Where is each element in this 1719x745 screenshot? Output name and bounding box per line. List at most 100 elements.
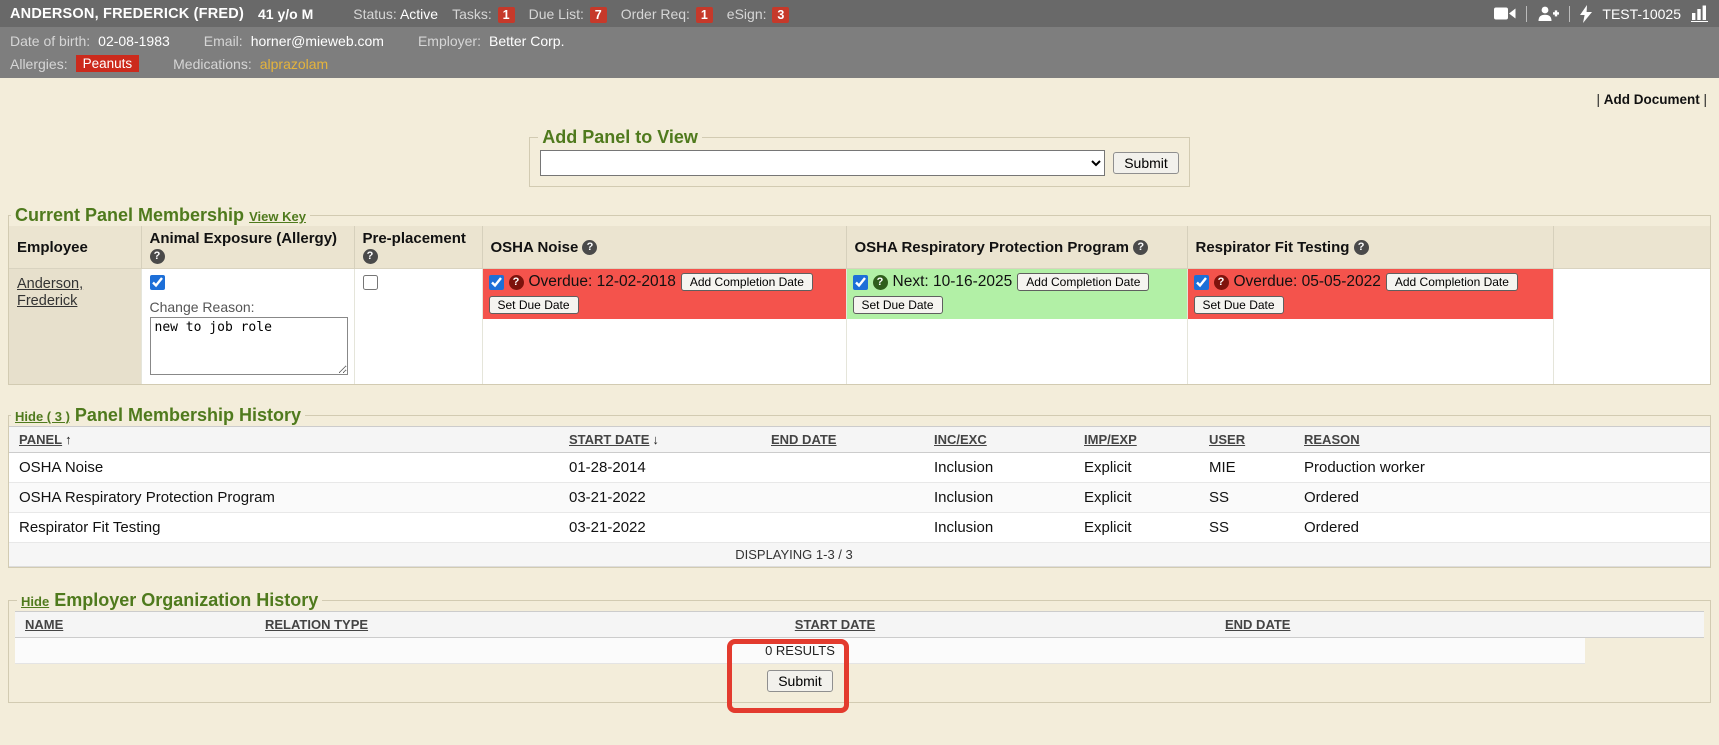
pre-placement-checkbox[interactable] (363, 275, 378, 290)
change-reason-textarea[interactable]: new to job role (150, 317, 348, 375)
tasks-count-badge[interactable]: 1 (498, 7, 515, 23)
cell-inc-exc: Inclusion (924, 453, 1074, 483)
help-icon[interactable]: ? (150, 249, 165, 264)
medication-value[interactable]: alprazolam (260, 56, 328, 72)
respirator-fit-checkbox[interactable] (1194, 275, 1209, 290)
set-due-date-button[interactable]: Set Due Date (489, 296, 579, 314)
col-osha-noise-label: OSHA Noise (491, 239, 579, 256)
medications-label: Medications: (173, 56, 252, 72)
esign-count-badge[interactable]: 3 (772, 7, 789, 23)
current-panel-section: Current Panel Membership View Key Employ… (8, 205, 1711, 385)
add-user-icon[interactable] (1537, 6, 1559, 22)
dob-value: 02-08-1983 (98, 33, 170, 49)
help-icon[interactable]: ? (582, 240, 597, 255)
osha-respiratory-status: Next: 10-16-2025 (893, 273, 1013, 291)
panel-sort-link[interactable]: PANEL (19, 432, 62, 447)
tasks-label: Tasks: (452, 6, 492, 22)
cell-start-date: 01-28-2014 (559, 453, 761, 483)
help-icon[interactable]: ? (1354, 240, 1369, 255)
tasks-group[interactable]: Tasks: 1 (452, 6, 515, 22)
duelist-count-badge[interactable]: 7 (590, 7, 607, 23)
overdue-help-icon[interactable]: ? (1214, 275, 1229, 290)
inc-exc-sort-link[interactable]: INC/EXC (934, 432, 987, 447)
video-camera-icon[interactable] (1494, 6, 1516, 21)
employer-history-title: Employer Organization History (54, 590, 318, 610)
osha-respiratory-cell: ? Next: 10-16-2025 Add Completion Date S… (846, 269, 1187, 385)
system-id: TEST-10025 (1602, 6, 1681, 22)
col-start-date: START DATE↓ (559, 427, 761, 453)
history-header-row: PANEL↑ START DATE↓ END DATE INC/EXC IMP/… (9, 427, 1710, 453)
imp-exp-sort-link[interactable]: IMP/EXP (1084, 432, 1137, 447)
status-group: Status: Active (353, 6, 438, 22)
osha-noise-checkbox[interactable] (489, 275, 504, 290)
relation-type-sort-link[interactable]: RELATION TYPE (265, 617, 368, 632)
hide-history-link[interactable]: Hide ( 3 ) (15, 409, 70, 424)
employer-submit-button[interactable]: Submit (767, 670, 833, 692)
name-sort-link[interactable]: NAME (25, 617, 63, 632)
history-footer-row: DISPLAYING 1-3 / 3 (9, 543, 1710, 567)
document-links-row: | Add Document | (0, 80, 1719, 107)
sort-asc-icon[interactable]: ↑ (65, 432, 72, 447)
col-panel: PANEL↑ (9, 427, 559, 453)
end-date-sort-link[interactable]: END DATE (771, 432, 836, 447)
cell-filler (1579, 543, 1710, 567)
lightning-icon[interactable] (1580, 5, 1592, 23)
help-icon[interactable]: ? (363, 249, 378, 264)
employer-history-table: NAME RELATION TYPE START DATE END DATE 0… (15, 611, 1704, 664)
respirator-fit-cell: ? Overdue: 05-05-2022 Add Completion Dat… (1187, 269, 1553, 385)
col-reason: REASON (1294, 427, 1579, 453)
respirator-fit-status: Overdue: 05-05-2022 (1234, 273, 1381, 291)
chart-icon[interactable] (1691, 5, 1709, 22)
employee-cell: Anderson, Frederick (9, 269, 141, 385)
adddoc-suffix: | (1700, 92, 1707, 107)
cell-reason: Ordered (1294, 483, 1579, 513)
duelist-label: Due List: (529, 6, 584, 22)
add-completion-date-button[interactable]: Add Completion Date (681, 273, 813, 291)
esign-group[interactable]: eSign: 3 (727, 6, 790, 22)
add-completion-date-button[interactable]: Add Completion Date (1386, 273, 1518, 291)
osha-noise-status: Overdue: 12-02-2018 (529, 273, 676, 291)
employee-link[interactable]: Anderson, Frederick (17, 276, 83, 309)
col-imp-exp: IMP/EXP (1074, 427, 1199, 453)
col-animal-exposure-label: Animal Exposure (Allergy) (150, 230, 338, 247)
help-icon[interactable]: ? (1133, 240, 1148, 255)
set-due-date-button[interactable]: Set Due Date (1194, 296, 1284, 314)
user-sort-link[interactable]: USER (1209, 432, 1245, 447)
cell-user: SS (1199, 513, 1294, 543)
hide-employer-history-link[interactable]: Hide (21, 594, 49, 609)
sort-desc-icon[interactable]: ↓ (652, 432, 659, 447)
set-due-date-button[interactable]: Set Due Date (853, 296, 943, 314)
cell-user: MIE (1199, 453, 1294, 483)
panel-header-row: Employee Animal Exposure (Allergy) ? Pre… (9, 226, 1710, 269)
start-date-sort-link[interactable]: START DATE (569, 432, 649, 447)
osha-respiratory-checkbox[interactable] (853, 275, 868, 290)
col-filler (1553, 226, 1710, 269)
filler-cell (1553, 269, 1710, 385)
current-panel-table: Employee Animal Exposure (Allergy) ? Pre… (9, 226, 1710, 384)
add-document-link[interactable]: Add Document (1604, 92, 1700, 107)
overdue-help-icon[interactable]: ? (509, 275, 524, 290)
cell-end-date (761, 453, 924, 483)
current-panel-legend-wrap: Current Panel Membership View Key (11, 205, 310, 226)
cell-start-date: 03-21-2022 (559, 513, 761, 543)
col-pre-placement: Pre-placement ? (354, 226, 482, 269)
reason-sort-link[interactable]: REASON (1304, 432, 1360, 447)
due-help-icon[interactable]: ? (873, 275, 888, 290)
animal-exposure-cell: Change Reason: new to job role (141, 269, 354, 385)
add-panel-submit-button[interactable]: Submit (1113, 152, 1179, 174)
start-date-sort-link[interactable]: START DATE (795, 617, 875, 632)
allergies-line: Allergies: Peanuts Medications: alprazol… (10, 52, 1709, 75)
view-key-link[interactable]: View Key (249, 209, 306, 224)
end-date-sort-link[interactable]: END DATE (1225, 617, 1290, 632)
add-completion-date-button[interactable]: Add Completion Date (1017, 273, 1149, 291)
current-panel-title: Current Panel Membership (15, 205, 244, 225)
orderreq-count-badge[interactable]: 1 (696, 7, 713, 23)
add-panel-select[interactable] (540, 150, 1105, 176)
allergy-badge[interactable]: Peanuts (76, 55, 140, 72)
col-end-date: END DATE (761, 427, 924, 453)
animal-exposure-checkbox[interactable] (150, 275, 165, 290)
col-osha-respiratory: OSHA Respiratory Protection Program ? (846, 226, 1187, 269)
panel-body-row: Anderson, Frederick Change Reason: new t… (9, 269, 1710, 385)
duelist-group[interactable]: Due List: 7 (529, 6, 607, 22)
orderreq-group[interactable]: Order Req: 1 (621, 6, 713, 22)
